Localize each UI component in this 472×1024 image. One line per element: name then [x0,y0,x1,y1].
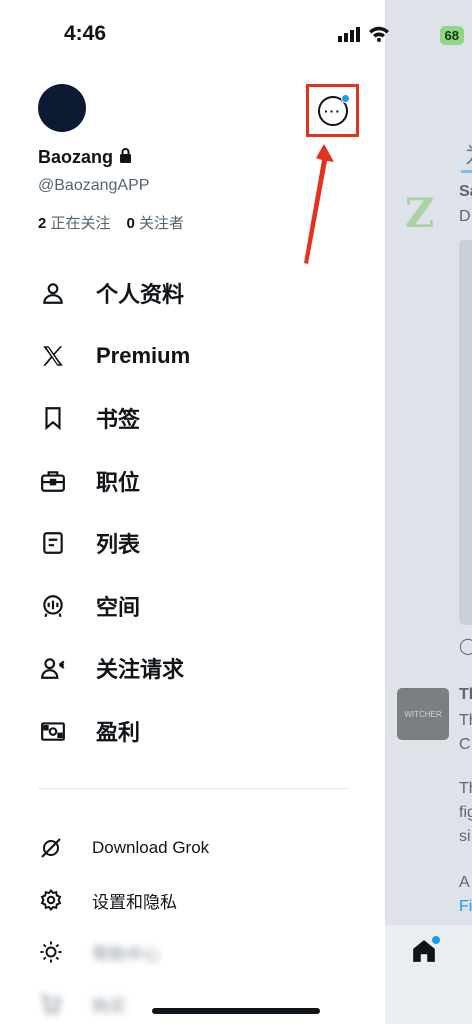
post-media [459,240,472,625]
menu-label: 职位 [96,469,141,495]
annotation-arrow-icon [304,144,334,264]
divider [38,788,348,789]
menu-label: 关注请求 [96,657,185,683]
sub-label: 帮助中心 [92,944,160,964]
menu-item-help[interactable]: 帮助中心 [38,926,358,978]
battery-indicator: 68 [439,26,464,45]
cart-icon [38,991,64,1017]
money-icon [38,716,68,746]
ellipsis-icon: ··· [324,102,341,119]
post-avatar-icon: Z [405,190,435,237]
menu-item-follow-requests[interactable]: 关注请求 [38,637,358,700]
timeline-tab-fragment: 为 [465,138,472,170]
following-count: 2 [38,215,47,232]
avatar[interactable] [38,84,86,132]
following-link[interactable]: 2 正在关注 [38,212,111,233]
menu-label: 个人资料 [96,282,185,308]
post-thumbnail: WITCHER [397,688,449,740]
post-line-2: C [459,736,471,753]
list-icon [38,528,68,558]
more-options-button[interactable]: ··· [317,93,350,126]
followers-label: 关注者 [139,215,185,232]
notification-dot [432,936,440,944]
grok-icon [38,835,64,861]
post-line-5: si [459,828,471,845]
more-accounts-highlight: ··· [306,84,359,137]
sun-icon [38,939,64,965]
menu-item-monetization[interactable]: 盈利 [38,700,358,763]
menu-item-profile[interactable]: 个人资料 [38,262,358,325]
menu-item-jobs[interactable]: 职位 [38,450,358,513]
post-line-3: Th [459,780,472,797]
tab-underline [461,170,472,173]
post-author-fragment: Sa [459,183,472,200]
menu-label: 空间 [96,594,141,620]
reply-icon: ◯ [459,638,472,655]
post-line-7: Fi [459,898,472,915]
menu-item-premium[interactable]: Premium [38,325,358,388]
post-line-4: fig [459,804,472,821]
post-line-1: Th [459,712,472,729]
menu-label: 列表 [96,532,141,558]
follow-stats: 2 正在关注 0 关注者 [38,212,184,233]
status-time: 4:46 [64,22,107,45]
signal-icon [338,26,362,47]
x-logo-icon [38,341,68,371]
secondary-menu: Download Grok 设置和隐私 帮助中心 购买 [38,822,358,1024]
followers-link[interactable]: 0 关注者 [127,212,185,233]
follow-request-icon [38,653,68,683]
lock-icon [119,147,132,168]
post-line-6: A [459,874,470,891]
menu-item-lists[interactable]: 列表 [38,512,358,575]
menu-item-spaces[interactable]: 空间 [38,575,358,638]
spaces-icon [38,591,68,621]
person-icon [38,278,68,308]
wifi-icon [368,26,390,47]
following-label: 正在关注 [50,215,111,232]
notification-dot [340,93,350,103]
background-timeline[interactable]: 68 为 Z Sa D ◯ WITCHER Th Th C Th fig si … [385,0,472,1024]
display-name-text: Baozang [38,147,114,167]
briefcase-icon [38,466,68,496]
menu-item-download-grok[interactable]: Download Grok [38,822,358,874]
display-name[interactable]: Baozang [38,147,132,168]
sub-label: 设置和隐私 [92,892,177,912]
drawer-menu: 个人资料 Premium 书签 职位 列表 空间 关注请求 盈利 [38,262,358,762]
user-handle[interactable]: @BaozangAPP [38,177,149,195]
sub-label: 购买 [92,996,126,1016]
menu-item-purchase[interactable]: 购买 [38,978,358,1024]
post-author-fragment-2: Th [459,686,472,703]
gear-icon [38,887,64,913]
menu-item-bookmarks[interactable]: 书签 [38,387,358,450]
post-text-fragment: D [459,208,471,225]
sub-label: Download Grok [92,838,210,857]
menu-item-settings[interactable]: 设置和隐私 [38,874,358,926]
followers-count: 0 [126,215,135,232]
menu-label: Premium [96,342,191,368]
home-indicator[interactable] [152,1008,320,1014]
bookmark-icon [38,403,68,433]
status-icons [338,26,390,47]
menu-label: 书签 [96,407,141,433]
menu-label: 盈利 [96,719,141,745]
